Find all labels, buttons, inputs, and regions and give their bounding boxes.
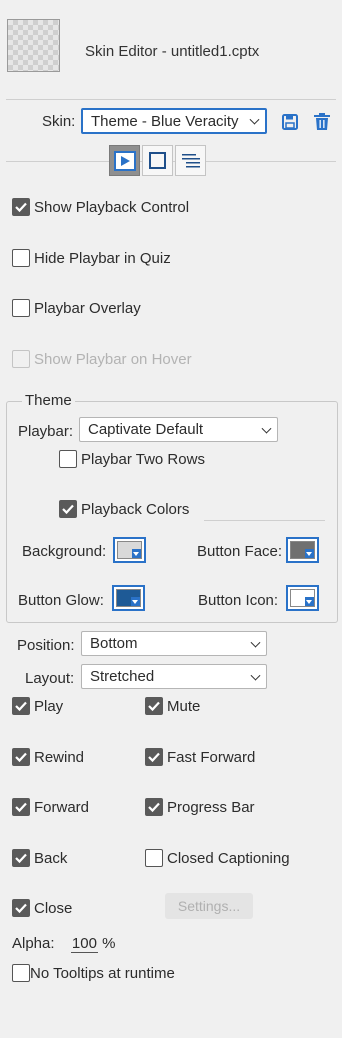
alpha-value[interactable]: 100 (70, 935, 98, 953)
layout-label: Layout: (25, 670, 75, 687)
close-checkbox[interactable] (12, 899, 30, 917)
show-playbar-on-hover-label: Show Playbar on Hover (34, 350, 192, 368)
rewind-label: Rewind (34, 748, 85, 766)
position-select[interactable]: Bottom (81, 631, 267, 656)
playback-colors-label: Playback Colors (81, 500, 190, 518)
dropdown-arrow-icon (305, 549, 314, 558)
playbar-select-value: Captivate Default (88, 421, 204, 438)
close-option[interactable]: Close (12, 899, 72, 917)
playbar-label: Playbar: (18, 423, 74, 440)
button-icon-color-swatch[interactable] (286, 585, 319, 611)
no-tooltips-label: No Tooltips at runtime (30, 964, 175, 982)
hide-playbar-in-quiz-checkbox[interactable] (12, 249, 30, 267)
hide-playbar-in-quiz-label: Hide Playbar in Quiz (34, 249, 171, 267)
divider (6, 99, 336, 100)
show-playback-control-label: Show Playback Control (34, 198, 190, 216)
divider (204, 520, 325, 521)
button-face-label: Button Face: (197, 543, 283, 560)
close-label: Close (34, 899, 73, 917)
button-glow-label: Button Glow: (18, 592, 104, 609)
show-playbar-on-hover-option: Show Playbar on Hover (12, 350, 192, 368)
chevron-down-icon (249, 114, 260, 125)
position-label: Position: (17, 637, 75, 654)
toc-icon (181, 153, 200, 167)
window-title: Skin Editor - untitled1.cptx (85, 43, 260, 60)
alpha-label: Alpha: (12, 935, 55, 952)
chevron-down-icon (250, 637, 261, 648)
toc-mode-button[interactable] (175, 145, 206, 176)
no-tooltips-option[interactable]: No Tooltips at runtime (12, 964, 175, 982)
show-playback-control-checkbox[interactable] (12, 198, 30, 216)
play-mode-button[interactable] (109, 145, 140, 176)
save-icon[interactable] (281, 113, 299, 131)
skin-select-value: Theme - Blue Veracity (91, 112, 239, 130)
closed-captioning-checkbox[interactable] (145, 849, 163, 867)
show-playbar-on-hover-checkbox (12, 350, 30, 368)
playbar-two-rows-option[interactable]: Playbar Two Rows (59, 450, 205, 468)
trash-icon[interactable] (313, 112, 331, 132)
playbar-select[interactable]: Captivate Default (79, 417, 278, 442)
settings-button: Settings... (165, 893, 253, 919)
square-icon (149, 152, 166, 169)
layout-select-value: Stretched (90, 668, 155, 685)
show-playback-control-option[interactable]: Show Playback Control (12, 198, 189, 216)
mute-checkbox[interactable] (145, 697, 163, 715)
playback-colors-option[interactable]: Playback Colors (59, 500, 189, 518)
forward-label: Forward (34, 798, 90, 816)
mute-label: Mute (167, 697, 201, 715)
playbar-two-rows-checkbox[interactable] (59, 450, 77, 468)
dropdown-arrow-icon (132, 549, 141, 558)
background-label: Background: (22, 543, 107, 560)
playbar-overlay-option[interactable]: Playbar Overlay (12, 299, 141, 317)
forward-checkbox[interactable] (12, 798, 30, 816)
playbar-overlay-checkbox[interactable] (12, 299, 30, 317)
rewind-checkbox[interactable] (12, 748, 30, 766)
progress-bar-option[interactable]: Progress Bar (145, 798, 255, 816)
layout-select[interactable]: Stretched (81, 664, 267, 689)
alpha-row: Alpha: 100 % (12, 935, 116, 953)
fast-forward-label: Fast Forward (167, 748, 256, 766)
dropdown-arrow-icon (131, 597, 140, 606)
play-icon (113, 150, 136, 171)
progress-bar-label: Progress Bar (167, 798, 255, 816)
theme-legend: Theme (22, 392, 75, 409)
back-checkbox[interactable] (12, 849, 30, 867)
playbar-overlay-label: Playbar Overlay (34, 299, 141, 317)
hide-playbar-in-quiz-option[interactable]: Hide Playbar in Quiz (12, 249, 171, 267)
back-option[interactable]: Back (12, 849, 67, 867)
chevron-down-icon (250, 670, 261, 681)
button-icon-label: Button Icon: (198, 592, 279, 609)
closed-captioning-option[interactable]: Closed Captioning (145, 849, 290, 867)
mode-toolbar (109, 145, 206, 176)
play-checkbox[interactable] (12, 697, 30, 715)
skin-thumbnail (7, 19, 60, 72)
dropdown-arrow-icon (305, 597, 314, 606)
playbar-two-rows-label: Playbar Two Rows (81, 450, 205, 468)
play-label: Play (34, 697, 64, 715)
skin-select[interactable]: Theme - Blue Veracity (81, 108, 267, 134)
position-select-value: Bottom (90, 635, 138, 652)
forward-option[interactable]: Forward (12, 798, 89, 816)
button-glow-color-swatch[interactable] (112, 585, 145, 611)
background-color-swatch[interactable] (113, 537, 146, 563)
no-tooltips-checkbox[interactable] (12, 964, 30, 982)
chevron-down-icon (261, 423, 272, 434)
closed-captioning-label: Closed Captioning (167, 849, 290, 867)
fast-forward-option[interactable]: Fast Forward (145, 748, 255, 766)
mute-option[interactable]: Mute (145, 697, 200, 715)
back-label: Back (34, 849, 68, 867)
border-mode-button[interactable] (142, 145, 173, 176)
play-option[interactable]: Play (12, 697, 63, 715)
alpha-unit: % (102, 935, 116, 952)
playback-colors-checkbox[interactable] (59, 500, 77, 518)
skin-label: Skin: (42, 113, 76, 130)
fast-forward-checkbox[interactable] (145, 748, 163, 766)
button-face-color-swatch[interactable] (286, 537, 319, 563)
rewind-option[interactable]: Rewind (12, 748, 84, 766)
progress-bar-checkbox[interactable] (145, 798, 163, 816)
